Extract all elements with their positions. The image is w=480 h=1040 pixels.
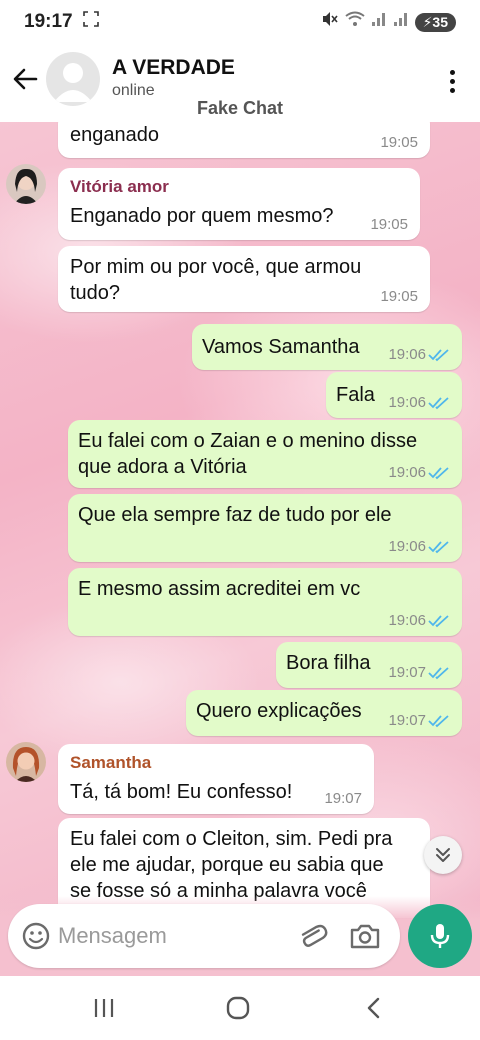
time-text: 19:06 bbox=[388, 346, 426, 363]
message-bubble-outgoing[interactable]: Eu falei com o Zaian e o menino disse qu… bbox=[68, 420, 462, 488]
contact-name[interactable]: A VERDADE bbox=[112, 56, 235, 80]
message-time: 19:06 bbox=[388, 613, 450, 629]
chevron-double-down-icon bbox=[436, 848, 450, 862]
message-text: Tá, tá bom! Eu confesso! bbox=[70, 781, 293, 803]
message-time: 19:06 bbox=[388, 539, 450, 555]
nav-home-button[interactable] bbox=[208, 988, 268, 1028]
message-text: Enganado por quem mesmo? bbox=[70, 205, 334, 227]
message-text: Que ela sempre faz de tudo por ele bbox=[78, 504, 392, 526]
attach-button[interactable] bbox=[296, 920, 328, 952]
message-bubble-outgoing[interactable]: Vamos Samantha 19:06 bbox=[192, 324, 462, 370]
time-text: 19:06 bbox=[388, 612, 426, 629]
message-bubble-incoming[interactable]: enganado 19:05 bbox=[58, 122, 430, 158]
signal-icon bbox=[371, 11, 387, 33]
double-check-icon bbox=[428, 541, 449, 554]
double-check-icon bbox=[428, 349, 449, 362]
time-text: 19:05 bbox=[380, 134, 418, 151]
mic-button[interactable] bbox=[408, 904, 472, 968]
emoji-icon bbox=[22, 922, 50, 950]
double-check-icon bbox=[428, 397, 449, 410]
message-text: Fala bbox=[336, 384, 375, 406]
paperclip-icon bbox=[301, 924, 328, 947]
message-input[interactable] bbox=[58, 916, 288, 956]
message-text: Vamos Samantha bbox=[202, 336, 360, 358]
message-time: 19:06 bbox=[388, 465, 450, 481]
message-bubble-incoming[interactable]: Vitória amor Enganado por quem mesmo? 19… bbox=[58, 168, 420, 240]
time-text: 19:06 bbox=[388, 464, 426, 481]
message-time: 19:05 bbox=[380, 135, 418, 151]
chat-area[interactable]: enganado 19:05 Vitória amor Enganado por… bbox=[0, 122, 480, 976]
nav-home-icon bbox=[226, 996, 250, 1020]
message-text: E mesmo assim acreditei em vc bbox=[78, 578, 361, 600]
time-text: 19:06 bbox=[388, 538, 426, 555]
signal-icon-2 bbox=[393, 11, 409, 33]
time-text: 19:05 bbox=[370, 216, 408, 233]
double-check-icon bbox=[428, 467, 449, 480]
message-bubble-outgoing[interactable]: E mesmo assim acreditei em vc 19:06 bbox=[68, 568, 462, 636]
message-bubble-outgoing[interactable]: Fala 19:06 bbox=[326, 372, 462, 418]
battery-indicator: ⚡35 bbox=[414, 12, 456, 32]
double-check-icon bbox=[428, 615, 449, 628]
watermark-label: Fake Chat bbox=[196, 98, 284, 118]
time-text: 19:06 bbox=[388, 394, 426, 411]
time-text: 19:07 bbox=[324, 790, 362, 807]
message-bubble-incoming[interactable]: Samantha Tá, tá bom! Eu confesso! 19:07 bbox=[58, 744, 374, 814]
mic-icon bbox=[430, 924, 450, 948]
camera-button[interactable] bbox=[348, 920, 382, 952]
back-button[interactable] bbox=[8, 62, 42, 96]
time-text: 19:05 bbox=[380, 288, 418, 305]
message-bubble-outgoing[interactable]: Bora filha 19:07 bbox=[276, 642, 462, 688]
nav-back-button[interactable] bbox=[344, 988, 404, 1028]
more-options-button[interactable] bbox=[440, 64, 464, 98]
chat-header: A VERDADE online Fake Chat bbox=[0, 44, 480, 122]
message-bubble-outgoing[interactable]: Que ela sempre faz de tudo por ele 19:06 bbox=[68, 494, 462, 562]
message-text: Bora filha bbox=[286, 652, 371, 674]
emoji-button[interactable] bbox=[20, 920, 52, 952]
nav-back-icon bbox=[367, 997, 380, 1019]
battery-level: 35 bbox=[432, 13, 448, 30]
message-text-line: que adora a Vitória bbox=[78, 456, 247, 478]
mute-icon bbox=[321, 10, 339, 34]
message-time: 19:06 bbox=[388, 395, 450, 411]
sender-avatar-vitoria[interactable] bbox=[6, 164, 46, 204]
sender-name: Vitória amor bbox=[70, 177, 169, 196]
sender-avatar-samantha[interactable] bbox=[6, 742, 46, 782]
camera-icon bbox=[350, 924, 380, 949]
message-bubble-incoming[interactable]: Por mim ou por você, que armou tudo? 19:… bbox=[58, 246, 430, 312]
nav-recents-icon bbox=[94, 999, 114, 1017]
message-bubble-outgoing[interactable]: Quero explicações 19:07 bbox=[186, 690, 462, 736]
double-check-icon bbox=[428, 667, 449, 680]
message-time: 19:05 bbox=[380, 289, 418, 305]
system-nav-bar bbox=[0, 976, 480, 1040]
scroll-to-bottom-button[interactable] bbox=[424, 836, 462, 874]
status-time: 19:17 bbox=[24, 11, 73, 32]
sender-name: Samantha bbox=[70, 753, 152, 772]
message-text: Quero explicações bbox=[196, 700, 362, 722]
wifi-icon bbox=[344, 11, 365, 33]
message-time: 19:07 bbox=[388, 713, 450, 729]
time-text: 19:07 bbox=[388, 712, 426, 729]
message-text-line: Por mim ou por você, que armou bbox=[70, 256, 362, 278]
screen-record-icon bbox=[82, 11, 99, 33]
nav-recents-button[interactable] bbox=[74, 988, 134, 1028]
message-text-line: Eu falei com o Zaian e o menino disse bbox=[78, 430, 418, 452]
message-time: 19:07 bbox=[324, 791, 362, 807]
message-time: 19:06 bbox=[388, 347, 450, 363]
message-text-line: ele me ajudar, porque eu sabia que bbox=[70, 854, 384, 876]
message-text: enganado bbox=[70, 124, 159, 146]
double-check-icon bbox=[428, 715, 449, 728]
status-bar: 19:17 ⚡35 bbox=[0, 0, 480, 44]
more-vert-icon bbox=[449, 69, 455, 75]
message-composer bbox=[8, 904, 400, 968]
back-arrow-icon bbox=[13, 68, 38, 90]
message-text-line: tudo? bbox=[70, 282, 121, 304]
message-text-line: Eu falei com o Cleiton, sim. Pedi pra bbox=[70, 828, 393, 850]
message-time: 19:07 bbox=[388, 665, 450, 681]
message-time: 19:05 bbox=[370, 217, 408, 233]
time-text: 19:07 bbox=[388, 664, 426, 681]
